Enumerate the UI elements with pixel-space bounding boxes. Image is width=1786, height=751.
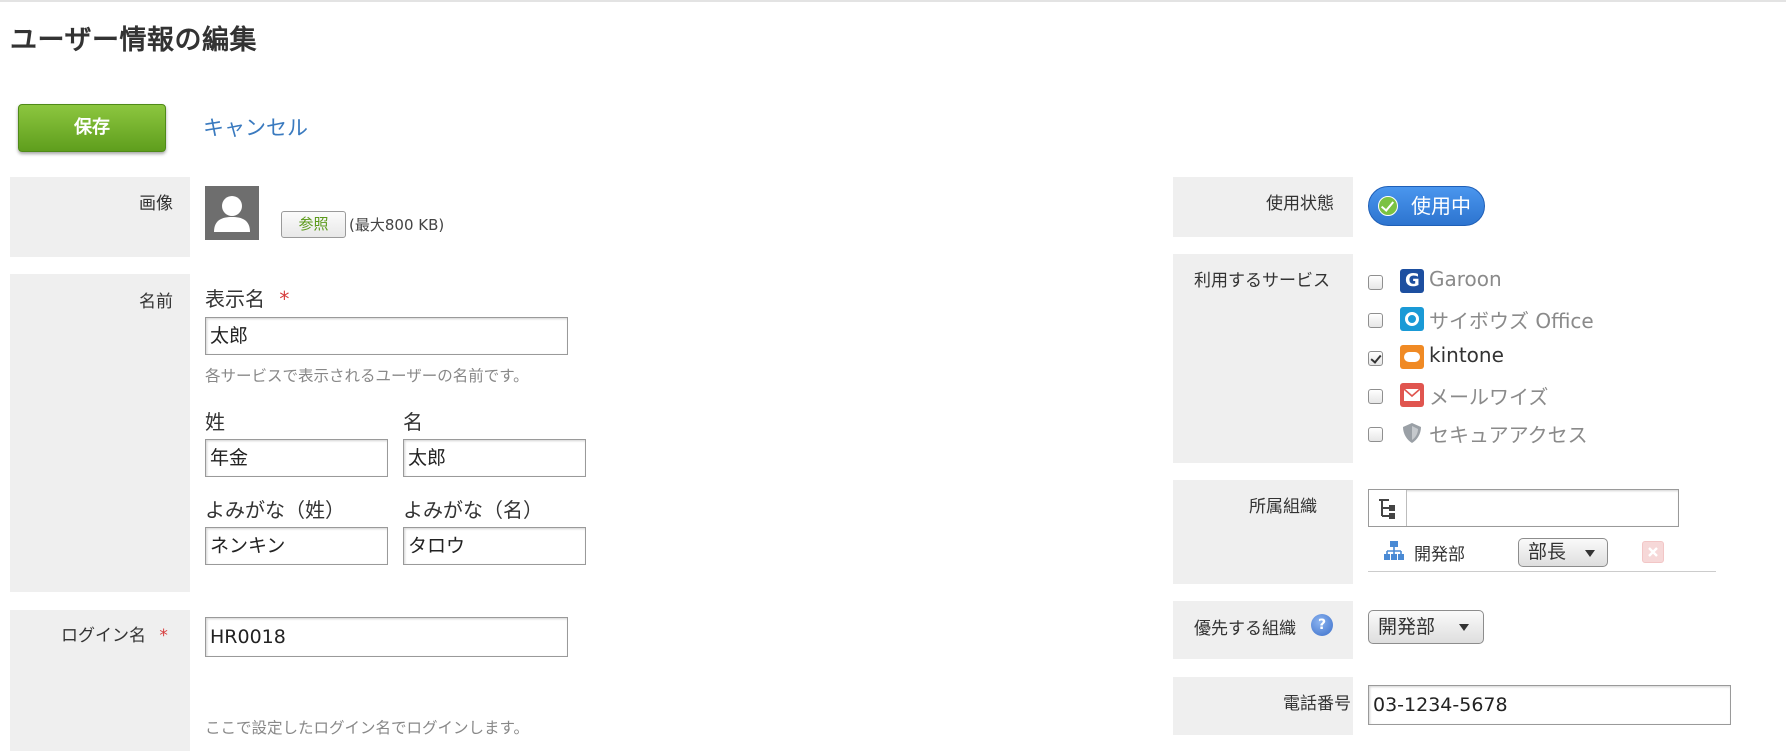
last-name-input[interactable]: 年金	[205, 439, 388, 477]
cybozu-office-label: サイボウズ Office	[1429, 309, 1594, 333]
login-label: ログイン名 *	[61, 621, 168, 646]
close-icon	[1648, 547, 1658, 557]
priority-org-value: 開発部	[1378, 616, 1436, 638]
organization-input[interactable]	[1368, 489, 1679, 527]
cancel-link[interactable]: キャンセル	[203, 112, 308, 142]
phone-input[interactable]: 03-1234-5678	[1368, 685, 1731, 725]
org-tree-icon	[1379, 499, 1395, 519]
status-value: 使用中	[1411, 194, 1471, 218]
required-mark: *	[279, 287, 290, 311]
garoon-icon: G	[1400, 269, 1424, 293]
kintone-icon	[1400, 345, 1424, 369]
image-label: 画像	[139, 194, 173, 214]
help-icon[interactable]: ?	[1311, 614, 1333, 636]
mailwise-checkbox[interactable]	[1368, 389, 1383, 404]
role-value: 部長	[1528, 541, 1567, 563]
login-name-input[interactable]: HR0018	[205, 617, 568, 657]
display-name-label: 表示名 *	[205, 283, 289, 312]
last-name-reading-input[interactable]: ネンキン	[205, 527, 388, 565]
remove-org-button[interactable]	[1642, 541, 1664, 563]
check-circle-icon	[1378, 196, 1398, 216]
login-label-text: ログイン名	[61, 626, 146, 646]
organization-label: 所属組織	[1249, 497, 1317, 517]
status-label: 使用状態	[1266, 194, 1334, 214]
mailwise-icon	[1400, 383, 1424, 407]
mailwise-label: メールワイズ	[1429, 385, 1549, 409]
secure-access-label: セキュアアクセス	[1429, 423, 1588, 447]
priority-org-select[interactable]: 開発部	[1368, 610, 1484, 644]
last-name-label: 姓	[205, 410, 225, 434]
first-name-input[interactable]: 太郎	[403, 439, 586, 477]
priority-org-label: 優先する組織	[1194, 619, 1296, 639]
top-border	[0, 0, 1786, 2]
garoon-label: Garoon	[1429, 267, 1502, 291]
org-divider	[1368, 571, 1716, 572]
login-name-hint: ここで設定したログイン名でログインします。	[205, 719, 529, 737]
phone-label: 電話番号	[1283, 694, 1351, 714]
kintone-label: kintone	[1429, 343, 1504, 367]
display-name-label-text: 表示名	[205, 287, 265, 311]
org-tree-picker-button[interactable]	[1369, 490, 1407, 526]
last-name-reading-label: よみがな（姓）	[205, 498, 345, 522]
role-select[interactable]: 部長	[1518, 538, 1608, 567]
save-button[interactable]: 保存	[18, 104, 166, 152]
cybozu-office-checkbox[interactable]	[1368, 313, 1383, 328]
name-label-cell	[10, 274, 190, 592]
dropdown-arrow-icon	[1585, 550, 1595, 557]
org-structure-icon	[1382, 539, 1406, 563]
display-name-hint: 各サービスで表示されるユーザーの名前です。	[205, 367, 529, 385]
dropdown-arrow-icon	[1459, 624, 1469, 631]
kintone-checkbox[interactable]	[1368, 351, 1383, 366]
first-name-reading-label: よみがな（名）	[403, 498, 543, 522]
secure-access-icon	[1400, 421, 1424, 445]
cybozu-office-icon	[1400, 307, 1424, 331]
first-name-reading-input[interactable]: タロウ	[403, 527, 586, 565]
services-label: 利用するサービス	[1194, 271, 1330, 291]
status-badge[interactable]: 使用中	[1368, 186, 1485, 226]
name-label: 名前	[139, 292, 173, 312]
first-name-label: 名	[403, 410, 423, 434]
display-name-input[interactable]: 太郎	[205, 317, 568, 355]
user-avatar-icon	[205, 186, 259, 240]
required-mark: *	[159, 626, 168, 646]
browse-button[interactable]: 参照	[281, 211, 346, 238]
garoon-checkbox[interactable]	[1368, 275, 1383, 290]
page-title: ユーザー情報の編集	[10, 25, 257, 56]
secure-access-checkbox[interactable]	[1368, 427, 1383, 442]
org-name: 開発部	[1414, 545, 1465, 565]
image-size-note: (最大800 KB)	[349, 216, 445, 234]
